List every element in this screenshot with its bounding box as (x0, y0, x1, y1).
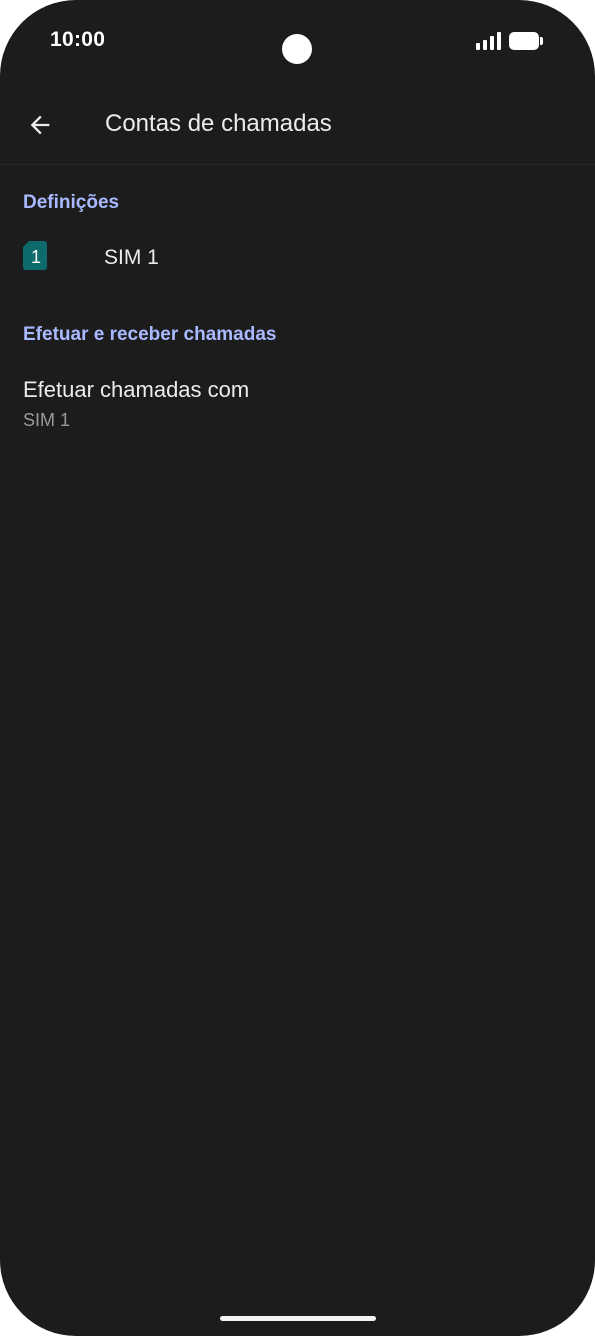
sim-1-label: SIM 1 (104, 246, 159, 269)
sim-card-icon: 1 (23, 241, 47, 270)
camera-cutout (282, 34, 312, 64)
section-header-settings: Definições (23, 192, 120, 213)
status-time: 10:00 (50, 28, 106, 51)
app-bar: Contas de chamadas (0, 84, 595, 164)
arrow-back-icon (30, 115, 50, 135)
page-title: Contas de chamadas (105, 110, 332, 137)
phone-screen: 10:00 Contas de chamadas Definições 1 SI… (0, 0, 595, 1336)
sim-card-number: 1 (31, 247, 41, 267)
section-header-calls: Efetuar e receber chamadas (23, 324, 277, 345)
app-bar-divider (0, 164, 595, 165)
home-indicator[interactable] (220, 1316, 376, 1321)
battery-full-icon (509, 32, 543, 50)
back-button[interactable] (16, 101, 64, 149)
sim-1-settings-item[interactable]: 1 SIM 1 (0, 226, 595, 290)
status-icons (476, 32, 543, 50)
make-calls-with-item[interactable]: Efetuar chamadas com SIM 1 (0, 360, 595, 444)
make-calls-with-value: SIM 1 (23, 410, 71, 430)
make-calls-with-title: Efetuar chamadas com (23, 377, 250, 402)
signal-bars-icon (476, 32, 501, 50)
status-bar: 10:00 (0, 0, 595, 84)
